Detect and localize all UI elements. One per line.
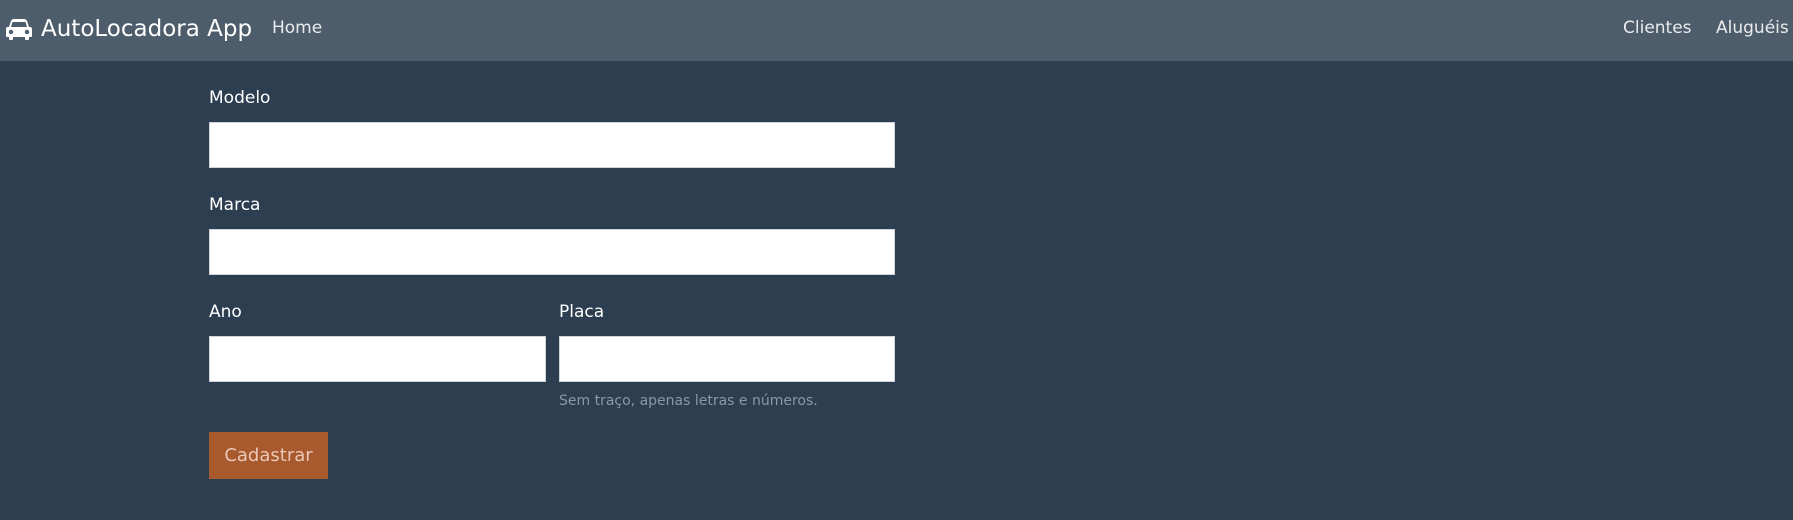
marca-label: Marca <box>209 195 261 215</box>
marca-input[interactable] <box>209 229 895 275</box>
placa-label: Placa <box>559 302 605 322</box>
nav-clientes[interactable]: Clientes <box>1623 16 1692 40</box>
modelo-label: Modelo <box>209 88 271 108</box>
modelo-input[interactable] <box>209 122 895 168</box>
placa-input[interactable] <box>559 336 895 382</box>
car-icon <box>6 19 32 40</box>
placa-help-text: Sem traço, apenas letras e números. <box>559 393 818 409</box>
nav-alugueis[interactable]: Aluguéis <box>1716 16 1789 40</box>
navbar: AutoLocadora App Home Clientes Aluguéis <box>0 0 1793 61</box>
ano-label: Ano <box>209 302 242 322</box>
brand-title: AutoLocadora App <box>41 16 253 42</box>
ano-input[interactable] <box>209 336 546 382</box>
brand-link[interactable]: AutoLocadora App <box>6 12 252 46</box>
cadastrar-button[interactable]: Cadastrar <box>209 432 328 479</box>
nav-home[interactable]: Home <box>272 16 322 40</box>
